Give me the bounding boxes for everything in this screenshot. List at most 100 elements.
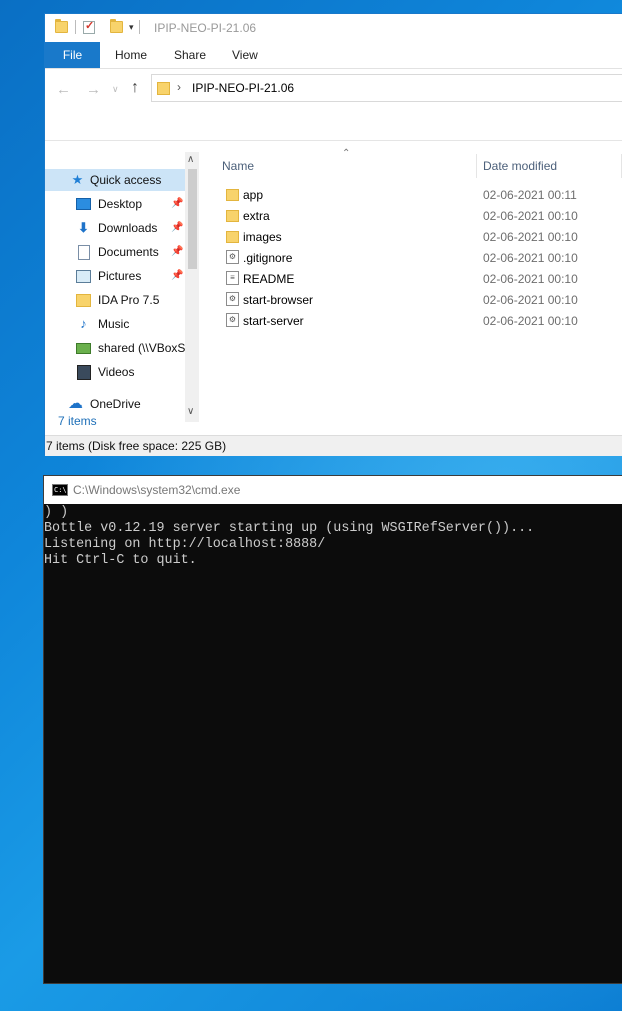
network-drive-icon xyxy=(76,341,91,355)
document-icon: ≡ xyxy=(226,271,239,285)
tab-share[interactable]: Share xyxy=(174,42,206,68)
navigation-scrollbar[interactable]: ∧ ∨ xyxy=(185,152,199,422)
status-bar: 7 items (Disk free space: 225 GB) xyxy=(45,435,622,456)
videos-icon xyxy=(76,364,91,380)
sidebar-item-downloads[interactable]: ⬇ Downloads 📌 xyxy=(45,217,185,239)
quick-access-toolbar: ▾ xyxy=(55,19,147,34)
explorer-title-bar[interactable]: ▾ IPIP-NEO-PI-21.06 xyxy=(45,14,622,42)
folder-icon xyxy=(55,19,68,33)
file-explorer-window: ▾ IPIP-NEO-PI-21.06 File Home Share View… xyxy=(44,13,622,456)
file-name: README xyxy=(243,272,295,286)
sidebar-item-label: shared (\\VBoxS xyxy=(98,341,185,355)
pin-icon[interactable]: 📌 xyxy=(171,217,183,239)
console-line: ) ) xyxy=(44,505,69,520)
file-name: start-server xyxy=(243,314,304,328)
customize-toolbar-dropdown-icon[interactable]: ▾ xyxy=(129,22,134,33)
sidebar-item-label: Quick access xyxy=(90,173,162,187)
sidebar-item-label: OneDrive xyxy=(90,397,141,411)
folder-icon xyxy=(157,82,170,95)
console-line: Listening on http://localhost:8888/ xyxy=(44,537,326,552)
scrollbar-thumb[interactable] xyxy=(188,169,197,269)
sidebar-item-quick-access[interactable]: ★ Quick access xyxy=(45,169,185,191)
tab-home[interactable]: Home xyxy=(115,42,147,68)
properties-icon[interactable] xyxy=(83,19,95,34)
script-file-icon: ⚙ xyxy=(226,292,239,306)
file-name: images xyxy=(243,230,282,244)
tab-file[interactable]: File xyxy=(45,42,100,68)
documents-icon xyxy=(76,244,91,260)
file-date: 02-06-2021 00:10 xyxy=(483,293,578,307)
file-date: 02-06-2021 00:10 xyxy=(483,314,578,328)
sidebar-item-label: Videos xyxy=(98,365,135,379)
scroll-down-icon[interactable]: ∨ xyxy=(187,406,194,417)
pin-icon[interactable]: 📌 xyxy=(171,193,183,215)
sidebar-item-label: Pictures xyxy=(98,269,142,283)
settings-file-icon: ⚙ xyxy=(226,250,239,264)
address-bar[interactable]: › IPIP-NEO-PI-21.06 xyxy=(151,74,622,102)
sidebar-item-music[interactable]: ♪ Music xyxy=(45,313,185,335)
file-row[interactable]: ⚙ start-server 02-06-2021 00:10 xyxy=(222,310,622,331)
music-icon: ♪ xyxy=(80,316,87,331)
column-header-row: ⌃ Name Date modified xyxy=(200,148,622,180)
ribbon-tabs: File Home Share View xyxy=(45,42,622,69)
command-prompt-window: C:\ C:\Windows\system32\cmd.exe ) ) Bottl… xyxy=(43,475,622,984)
cmd-title-bar[interactable]: C:\ C:\Windows\system32\cmd.exe xyxy=(44,476,622,504)
file-row[interactable]: ⚙ .gitignore 02-06-2021 00:10 xyxy=(222,247,622,268)
sidebar-item-desktop[interactable]: Desktop 📌 xyxy=(45,193,185,215)
file-date: 02-06-2021 00:10 xyxy=(483,209,578,223)
tab-view[interactable]: View xyxy=(232,42,258,68)
file-date: 02-06-2021 00:10 xyxy=(483,251,578,265)
file-row[interactable]: images 02-06-2021 00:10 xyxy=(222,226,622,247)
sidebar-item-label: Downloads xyxy=(98,221,158,235)
cmd-icon[interactable]: C:\ xyxy=(52,484,68,496)
file-row[interactable]: ⚙ start-browser 02-06-2021 00:10 xyxy=(222,289,622,310)
toolbar-divider xyxy=(138,20,140,34)
sidebar-item-shared[interactable]: shared (\\VBoxS xyxy=(45,337,185,359)
file-date: 02-06-2021 00:10 xyxy=(483,230,578,244)
new-folder-icon[interactable] xyxy=(110,19,123,33)
scroll-up-icon[interactable]: ∧ xyxy=(187,154,194,165)
column-header-date[interactable]: Date modified xyxy=(483,159,557,173)
sidebar-item-documents[interactable]: Documents 📌 xyxy=(45,241,185,263)
file-date: 02-06-2021 00:10 xyxy=(483,272,578,286)
folder-icon xyxy=(226,189,239,201)
column-divider[interactable] xyxy=(476,154,477,178)
sidebar-item-videos[interactable]: Videos xyxy=(45,361,185,383)
back-arrow-icon[interactable]: ← xyxy=(56,81,71,98)
up-arrow-icon[interactable]: ↑ xyxy=(131,79,139,97)
sidebar-item-pictures[interactable]: Pictures 📌 xyxy=(45,265,185,287)
file-date: 02-06-2021 00:11 xyxy=(483,188,577,202)
column-header-name[interactable]: Name xyxy=(222,159,254,173)
download-icon: ⬇ xyxy=(78,220,89,235)
forward-arrow-icon[interactable]: → xyxy=(86,81,101,98)
sidebar-item-label: IDA Pro 7.5 xyxy=(98,293,160,307)
file-row[interactable]: app 02-06-2021 00:11 xyxy=(222,184,622,205)
sidebar-item-label: Music xyxy=(98,317,130,331)
window-title: C:\Windows\system32\cmd.exe xyxy=(73,483,241,497)
pictures-icon xyxy=(76,269,91,283)
file-row[interactable]: ≡ README 02-06-2021 00:10 xyxy=(222,268,622,289)
folder-icon xyxy=(226,210,239,222)
console-output[interactable]: ) ) Bottle v0.12.19 server starting up (u… xyxy=(44,504,622,569)
script-file-icon: ⚙ xyxy=(226,313,239,327)
ribbon-area xyxy=(45,109,622,141)
sidebar-item-ida-pro[interactable]: IDA Pro 7.5 xyxy=(45,289,185,311)
chevron-right-icon[interactable]: › xyxy=(177,80,181,94)
recent-locations-chevron-icon[interactable]: ∨ xyxy=(112,84,119,95)
toolbar-divider xyxy=(75,20,76,34)
item-count: 7 items xyxy=(58,414,97,428)
desktop-icon xyxy=(76,197,91,211)
navigation-bar: ← → ∨ ↑ › IPIP-NEO-PI-21.06 xyxy=(45,69,622,109)
sidebar-item-onedrive[interactable]: ☁ OneDrive xyxy=(45,393,185,415)
console-line: Bottle v0.12.19 server starting up (usin… xyxy=(44,521,535,536)
star-icon: ★ xyxy=(71,172,84,187)
sort-ascending-icon: ⌃ xyxy=(342,148,351,159)
file-row[interactable]: extra 02-06-2021 00:10 xyxy=(222,205,622,226)
sidebar-item-label: Desktop xyxy=(98,197,143,211)
console-line: Hit Ctrl-C to quit. xyxy=(44,553,197,568)
sidebar-item-label: Documents xyxy=(98,245,159,259)
pin-icon[interactable]: 📌 xyxy=(171,241,183,263)
address-path[interactable]: IPIP-NEO-PI-21.06 xyxy=(192,81,294,95)
pin-icon[interactable]: 📌 xyxy=(171,265,183,287)
file-name: start-browser xyxy=(243,293,314,307)
